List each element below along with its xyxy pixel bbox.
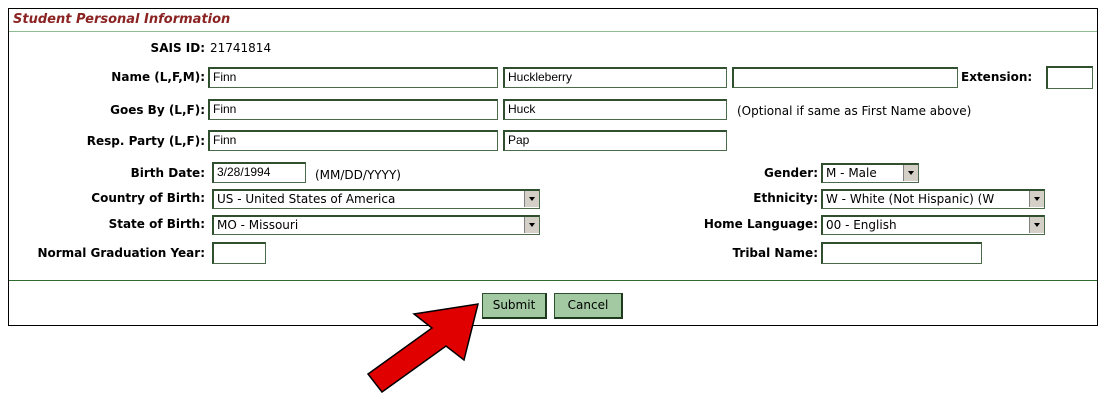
sais-id-value: 21741814 (210, 41, 272, 55)
birth-date-hint: (MM/DD/YYYY) (315, 168, 401, 182)
arrow-icon (366, 303, 480, 393)
goes-by-label: Goes By (L,F): (110, 103, 205, 117)
red-arrow-annotation (366, 303, 480, 393)
title-divider (9, 31, 1097, 32)
ethnicity-select[interactable]: W - White (Not Hispanic) (W (821, 189, 1045, 209)
section-title: Student Personal Information (13, 12, 231, 27)
first-name-input[interactable]: Huckleberry (503, 67, 727, 88)
chevron-down-icon[interactable] (524, 191, 539, 207)
resp-party-label: Resp. Party (L,F): (86, 134, 205, 148)
tribal-name-label: Tribal Name: (732, 246, 818, 260)
ethnicity-label: Ethnicity: (753, 191, 818, 205)
home-language-value: 00 - English (826, 218, 897, 232)
goes-by-last-input[interactable]: Finn (208, 99, 498, 120)
graduation-year-input[interactable] (212, 242, 266, 264)
state-of-birth-label: State of Birth: (108, 217, 205, 231)
home-language-label: Home Language: (703, 217, 818, 231)
student-info-panel: Student Personal Information SAIS ID: 21… (8, 8, 1098, 326)
chevron-down-icon[interactable] (524, 217, 539, 233)
home-language-select[interactable]: 00 - English (821, 215, 1045, 235)
graduation-year-label: Normal Graduation Year: (37, 246, 205, 260)
chevron-down-icon[interactable] (903, 165, 918, 181)
gender-select[interactable]: M - Male (821, 163, 919, 183)
birth-date-input[interactable]: 3/28/1994 (212, 162, 306, 183)
form-divider (9, 280, 1097, 281)
state-of-birth-value: MO - Missouri (217, 218, 299, 232)
resp-party-last-input[interactable]: Finn (208, 130, 498, 151)
extension-label: Extension: (961, 70, 1033, 84)
last-name-input[interactable]: Finn (208, 67, 498, 88)
middle-name-input[interactable] (732, 67, 958, 88)
submit-button[interactable]: Submit (482, 293, 547, 319)
state-of-birth-select[interactable]: MO - Missouri (212, 215, 540, 235)
gender-label: Gender: (764, 166, 818, 180)
country-of-birth-value: US - United States of America (217, 192, 396, 206)
country-of-birth-select[interactable]: US - United States of America (212, 189, 540, 209)
extension-input[interactable] (1046, 66, 1093, 89)
sais-id-label: SAIS ID: (150, 41, 205, 55)
country-of-birth-label: Country of Birth: (91, 191, 205, 205)
gender-select-value: M - Male (826, 166, 877, 180)
chevron-down-icon[interactable] (1029, 191, 1044, 207)
name-label: Name (L,F,M): (111, 70, 205, 84)
birth-date-label: Birth Date: (130, 166, 205, 180)
tribal-name-input[interactable] (821, 242, 982, 264)
resp-party-first-input[interactable]: Pap (503, 130, 727, 151)
goes-by-first-input[interactable]: Huck (503, 99, 727, 120)
goes-by-note: (Optional if same as First Name above) (737, 104, 972, 118)
cancel-button[interactable]: Cancel (554, 293, 623, 319)
ethnicity-value: W - White (Not Hispanic) (W (826, 192, 995, 206)
chevron-down-icon[interactable] (1029, 217, 1044, 233)
